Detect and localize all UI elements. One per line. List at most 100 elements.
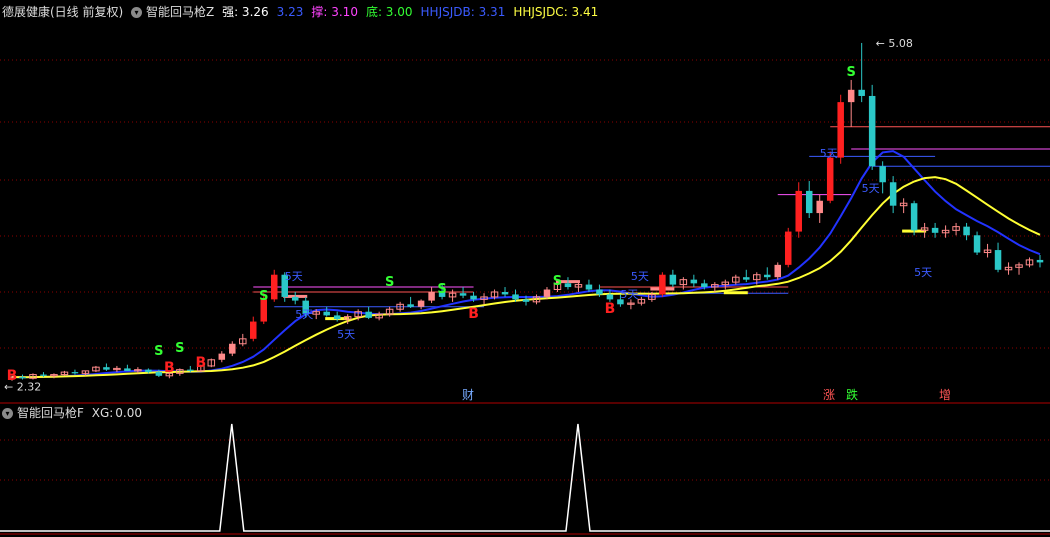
candlestick-series [8,42,1044,381]
event-marker-2: 跌 [846,387,858,402]
ma-blue-line [11,150,1041,379]
sell-signal: S [154,344,163,359]
readout-4: HHJSJDB: 3.31 [420,5,506,19]
candle-body [805,190,813,214]
candle-body [669,274,677,285]
candle-body [795,190,802,232]
event-marker-1: 涨 [823,387,835,402]
sell-signal: S [553,274,562,289]
candle-body [512,294,519,300]
readout-1: 3.23 [276,5,304,19]
event-markers: 财 涨跌 增 [462,387,951,402]
candle-body [826,157,834,201]
signal-band-lines [253,126,1050,321]
candle-body [784,231,792,265]
candle-body [585,284,593,290]
five-day-label: 5天 [820,147,838,160]
candle-body [910,203,918,231]
candle-body [816,200,823,214]
ma-yellow-line [11,176,1041,379]
indicator-menu-icon[interactable]: ▾ [131,7,143,18]
candle-body [596,289,603,295]
candle-body [774,264,782,278]
readout-5: HHJSJDC: 3.41 [513,5,599,19]
xg-readout-label: XG: [91,406,114,420]
candle-body [365,311,372,318]
buy-signal: B [195,355,206,371]
candle-body [428,291,435,301]
candle-body [701,283,708,288]
five-day-label: 5天 [631,270,649,283]
candle-body [606,294,614,300]
event-marker-3: 增 [939,388,951,402]
buy-signal: B [468,306,479,322]
candle-body [858,89,865,96]
candle-body [847,89,855,103]
candle-body [145,369,152,373]
candle-body [71,372,79,374]
indicator-name[interactable]: 智能回马枪Z [146,5,214,19]
candle-body [40,374,47,376]
candle-body [103,367,110,370]
sell-signal: S [385,275,394,290]
sell-signal: S [259,289,268,304]
candle-body [889,182,897,206]
candle-body [19,377,26,379]
stock-label: 德展健康(日线 前复权) [2,5,124,19]
readout-3: 底: 3.00 [365,5,413,19]
buy-signal: B [7,368,18,384]
candle-body [270,274,278,300]
band-marker [723,291,748,295]
candle-body [333,315,341,320]
sub-indicator-menu-icon[interactable]: ▾ [2,408,13,419]
readout-0: 强: 3.26 [222,5,269,19]
candle-body [522,299,530,302]
main-panel-header: 德展健康(日线 前复权) ▾ 智能回马枪Z 强: 3.26 3.23 撑: 3.10 底… [2,4,610,20]
sell-signal: S [437,282,446,297]
candle-body [250,321,257,339]
five-day-label: 5天 [862,182,880,195]
five-day-label: 5天 [285,270,303,283]
candle-body [501,291,509,295]
moving-averages [11,150,1041,379]
candle-body [1036,259,1044,263]
candle-body [963,226,970,236]
candle-body [218,353,226,360]
sell-signal: S [175,341,184,356]
five-day-label: 5天 [295,308,313,321]
candle-body [417,300,425,307]
candle-body [187,369,194,371]
event-marker-0: 财 [462,388,474,402]
buy-signal: B [164,360,175,376]
readout-2: 撑: 3.10 [311,5,358,19]
candle-body [868,95,876,167]
candle-body [543,289,551,297]
sub-indicator-name[interactable]: 智能回马枪F [17,406,84,420]
indicator-readouts: 强: 3.26 3.23 撑: 3.10 底: 3.00 HHJSJDB: 3.31 HH… [222,5,606,19]
five-day-label: 5天 [620,288,638,301]
sell-signal: S [846,65,855,80]
candle-body [564,283,572,288]
buy-signal: B [605,301,616,317]
candle-body [229,343,236,354]
candle-body [291,296,299,301]
candle-body [155,372,163,376]
five-day-label: 5天 [914,266,932,279]
candle-body [973,235,981,253]
candle-body [743,277,750,280]
candle-body [994,250,1002,270]
candle-body [323,311,330,316]
stock-chart[interactable]: ← 5.08← 2.32B B BB BS SSS SSS5天5天5天5天5天5天5天5天… [0,0,1050,537]
candle-body [659,274,666,295]
candle-body [470,295,477,300]
trade-signals: ← 5.08← 2.32B B BB BS SSS SSS5天5天5天5天5天5天5天5天 [4,37,932,393]
high-price-label: ← 5.08 [876,37,913,50]
candle-body [879,166,886,183]
xg-readout-value: 0.00 [115,406,143,420]
five-day-label: 5天 [337,328,355,341]
candle-body [459,293,467,296]
candle-body [124,368,131,371]
candle-body [837,102,844,158]
sub-panel-header: ▾ 智能回马枪F XG: 0.00 [2,405,146,421]
candle-body [690,279,698,284]
